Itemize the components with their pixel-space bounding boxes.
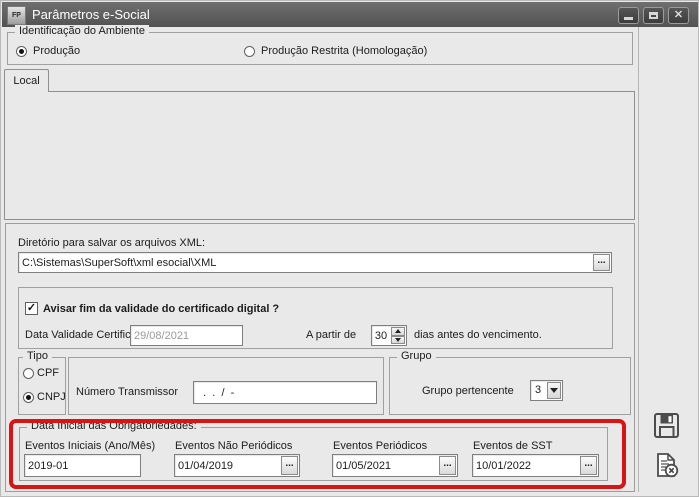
data-validade-input[interactable] (131, 326, 242, 345)
group-identificacao-ambiente: Identificação do Ambiente Produção Produ… (7, 25, 633, 65)
grupo-pertencente-label: Grupo pertencente (422, 385, 514, 397)
eventos-periodicos-browse-button[interactable]: ... (439, 456, 456, 475)
data-validade-field[interactable] (130, 325, 243, 346)
avisar-validade-checkbox[interactable]: ✓ (25, 302, 38, 315)
dias-input[interactable] (372, 326, 390, 345)
radio-producao[interactable] (16, 46, 27, 57)
eventos-sst-browse-button[interactable]: ... (580, 456, 597, 475)
close-button[interactable]: ✕ (668, 7, 689, 24)
eventos-nao-periodicos-browse-button[interactable]: ... (281, 456, 298, 475)
eventos-sst-field[interactable]: ... (472, 454, 599, 477)
eventos-periodicos-input[interactable] (333, 455, 438, 476)
minimize-icon (624, 17, 633, 20)
numero-transmissor-input[interactable] (194, 382, 376, 403)
group-obrigatoriedades: Data Inicial das Obrigatoriedades: Event… (19, 420, 608, 481)
group-grupo-title: Grupo (397, 350, 436, 362)
eventos-periodicos-label: Eventos Periódicos (333, 440, 428, 452)
diretorio-browse-button[interactable]: ... (593, 254, 610, 271)
diretorio-label: Diretório para salvar os arquivos XML: (18, 237, 206, 249)
eventos-sst-label: Eventos de SST (473, 440, 553, 452)
maximize-button[interactable] (643, 7, 664, 24)
panel-divider (638, 27, 639, 492)
eventos-iniciais-label: Eventos Iniciais (Ano/Mês) (25, 440, 156, 452)
eventos-iniciais-field[interactable] (24, 454, 141, 477)
diretorio-field[interactable]: ... (18, 252, 612, 273)
app-icon: FP (7, 6, 26, 25)
arrow-up-icon (395, 329, 401, 334)
radio-cnpj[interactable] (23, 392, 34, 403)
group-grupo: Grupo Grupo pertencente 3 (389, 350, 631, 415)
cancel-button[interactable] (651, 450, 681, 480)
eventos-nao-periodicos-label: Eventos Não Periódicos (175, 440, 293, 452)
group-tipo: Tipo CPF CNPJ (18, 350, 66, 415)
grupo-value: 3 (535, 384, 542, 396)
apartir-label: A partir de (306, 329, 357, 341)
numero-transmissor-field[interactable] (193, 381, 377, 404)
dialog-parametros-esocial: FP Parâmetros e-Social ✕ Identificação d… (0, 0, 699, 497)
spinner-down-button[interactable] (391, 335, 405, 344)
avisar-validade-label[interactable]: Avisar fim da validade do certificado di… (43, 303, 279, 315)
eventos-nao-periodicos-field[interactable]: ... (174, 454, 300, 477)
spinner-buttons[interactable] (391, 327, 405, 344)
group-tipo-title: Tipo (23, 350, 52, 362)
check-icon: ✓ (26, 302, 37, 314)
tab-page-local (4, 91, 635, 220)
diretorio-input[interactable] (19, 253, 592, 272)
radio-producao-restrita[interactable] (244, 46, 255, 57)
group-identificacao-title: Identificação do Ambiente (15, 25, 149, 37)
eventos-nao-periodicos-input[interactable] (175, 455, 280, 476)
radio-producao-label[interactable]: Produção (33, 45, 80, 57)
eventos-periodicos-field[interactable]: ... (332, 454, 458, 477)
save-button[interactable] (651, 410, 681, 440)
group-numero-transmissor: Número Transmissor (68, 357, 384, 415)
cancel-document-icon (656, 452, 678, 477)
close-icon: ✕ (673, 9, 684, 21)
radio-producao-restrita-label[interactable]: Produção Restrita (Homologação) (261, 45, 427, 57)
eventos-iniciais-input[interactable] (25, 455, 140, 476)
chevron-down-icon (550, 388, 558, 393)
group-obrigatoriedades-title: Data Inicial das Obrigatoriedades: (27, 420, 201, 432)
grupo-combobox[interactable]: 3 (530, 380, 563, 401)
dias-label: dias antes do vencimento. (414, 329, 542, 341)
eventos-sst-input[interactable] (473, 455, 579, 476)
group-validade: ✓ Avisar fim da validade do certificado … (18, 287, 613, 349)
arrow-down-icon (395, 337, 401, 342)
save-floppy-icon (653, 412, 679, 438)
tab-local[interactable]: Local (4, 69, 49, 92)
grupo-dropdown-button[interactable] (547, 382, 561, 399)
radio-cnpj-label[interactable]: CNPJ (37, 391, 66, 403)
window-title: Parâmetros e-Social (32, 7, 150, 22)
numero-transmissor-label: Número Transmissor (76, 386, 179, 398)
maximize-icon (649, 12, 658, 19)
dias-spinner[interactable] (371, 325, 407, 346)
radio-cpf-label[interactable]: CPF (37, 367, 59, 379)
spinner-up-button[interactable] (391, 327, 405, 336)
radio-cpf[interactable] (23, 368, 34, 379)
title-bar[interactable]: FP Parâmetros e-Social ✕ (2, 2, 698, 27)
minimize-button[interactable] (618, 7, 639, 24)
